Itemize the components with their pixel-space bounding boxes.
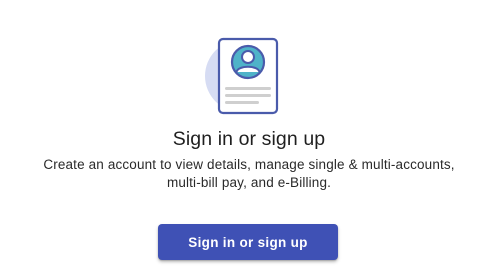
description-line-2: multi-bill pay, and e-Billing. <box>166 174 332 190</box>
empty-state-title: Sign in or sign up <box>172 128 326 150</box>
description-line-1: Create an account to view details, manag… <box>43 157 455 172</box>
sign-in-button[interactable]: Sign in or sign up <box>158 224 338 260</box>
profile-document-icon <box>203 36 295 116</box>
empty-state-description: Create an account to view details, manag… <box>0 156 498 191</box>
sign-in-empty-state: Sign in or sign up Create an account to … <box>0 0 498 278</box>
